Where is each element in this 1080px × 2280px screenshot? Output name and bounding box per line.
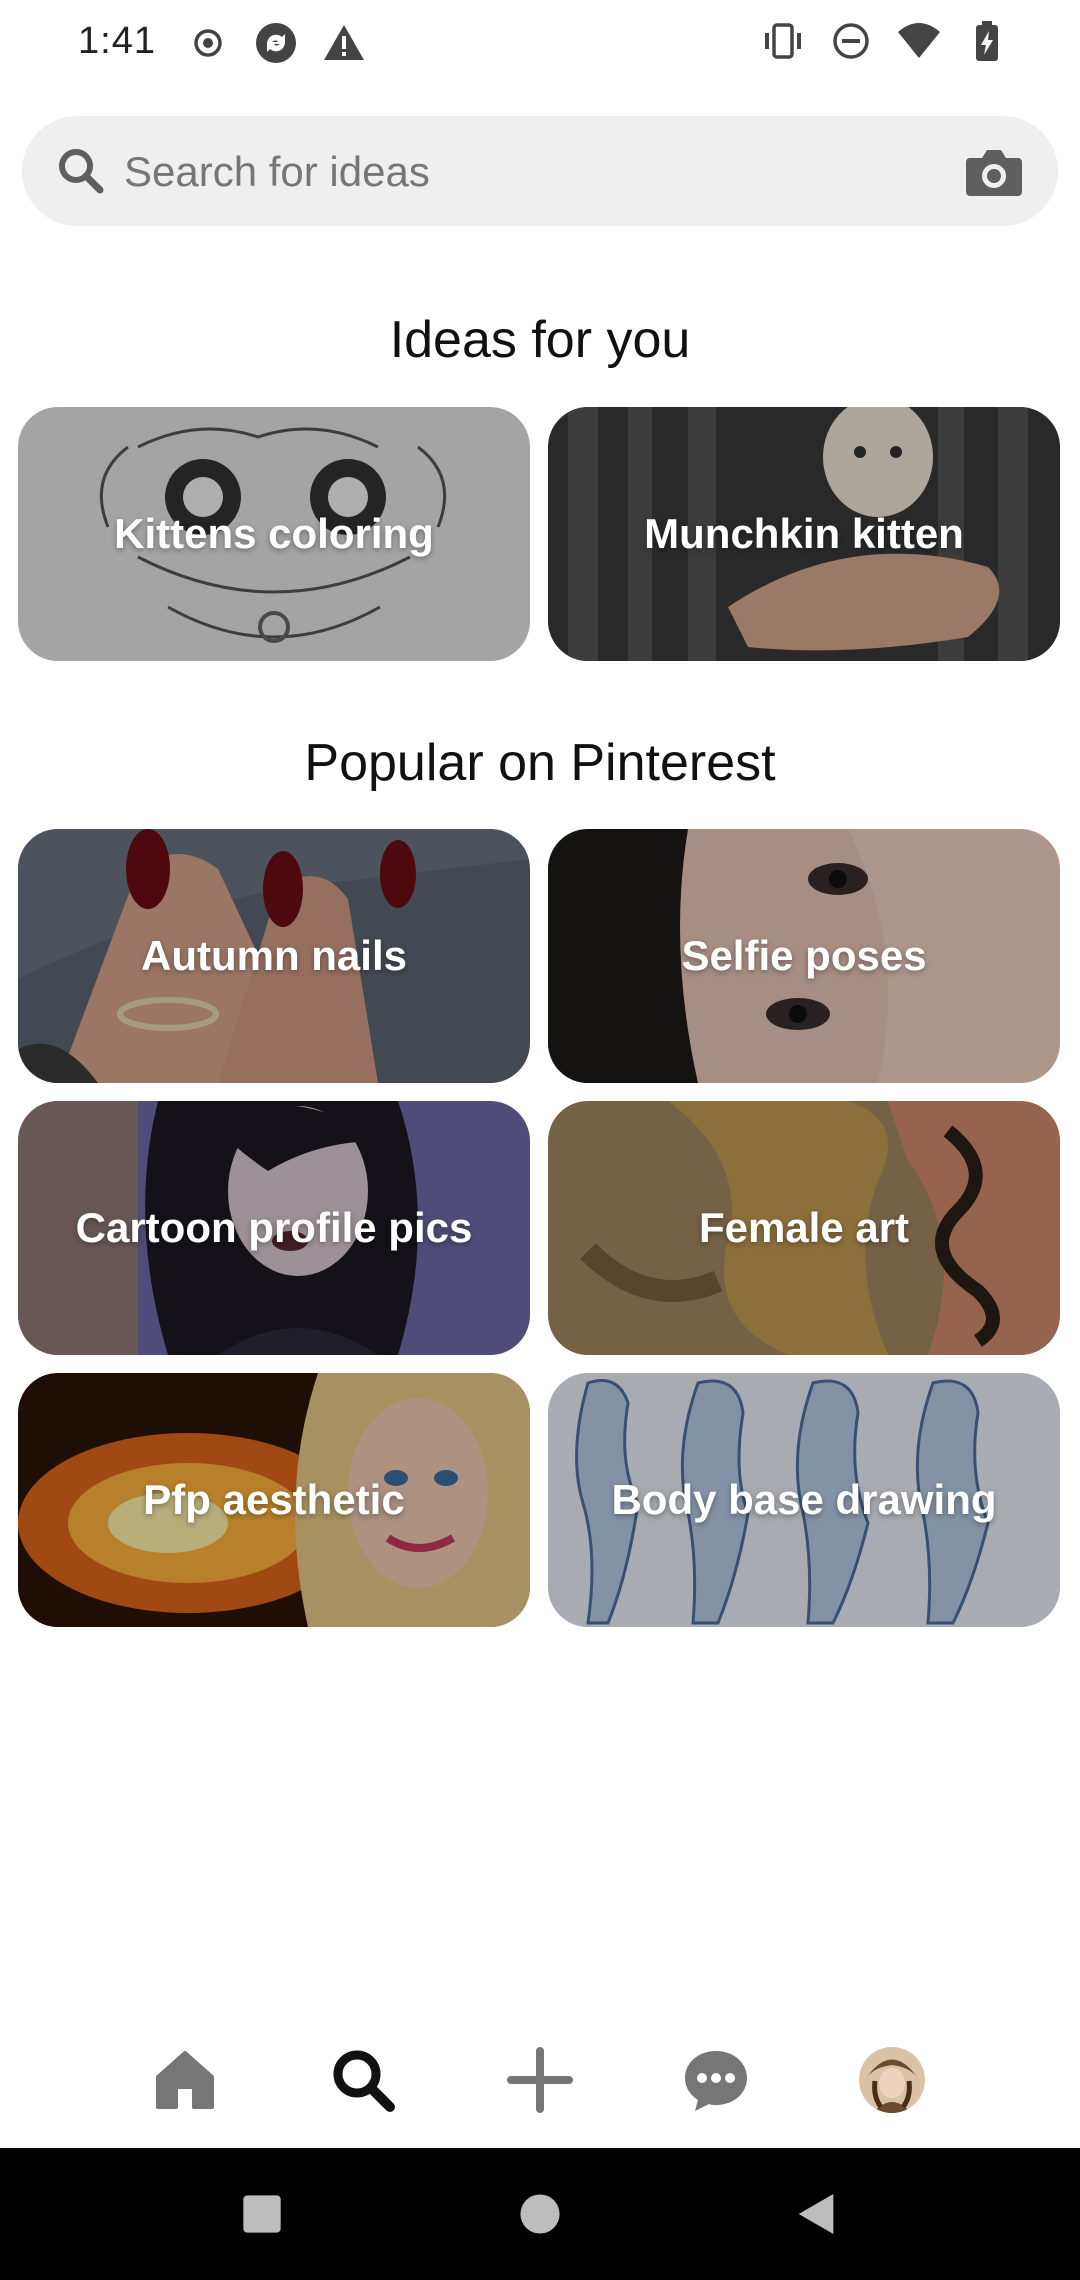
popular-card-female-art[interactable]: Female art [548, 1101, 1060, 1355]
card-label: Kittens coloring [114, 510, 434, 557]
messages-icon [685, 2051, 747, 2111]
profile-avatar [859, 2047, 925, 2113]
do-not-disturb-icon [833, 23, 869, 59]
battery-charging-icon [976, 21, 998, 61]
search-bar[interactable] [22, 116, 1058, 226]
record-icon [194, 29, 222, 57]
idea-card-munchkin-kitten[interactable]: Munchkin kitten [548, 407, 1060, 661]
bottom-nav [0, 2020, 1080, 2146]
wifi-icon [898, 23, 940, 58]
recents-icon [243, 2195, 281, 2233]
card-label: Selfie poses [681, 932, 927, 979]
card-label: Body base drawing [611, 1476, 997, 1523]
sync-app-icon [256, 23, 296, 63]
search-input[interactable] [122, 134, 966, 210]
recents-button[interactable] [226, 2178, 298, 2250]
idea-card-kittens-coloring[interactable]: Kittens coloring [18, 407, 530, 661]
home-icon [156, 2051, 214, 2109]
nav-messages-button[interactable] [676, 2040, 756, 2120]
card-label: Cartoon profile pics [75, 1204, 473, 1251]
popular-card-cartoon-profile-pics[interactable]: Cartoon profile pics [18, 1101, 530, 1355]
popular-card-selfie-poses[interactable]: Selfie poses [548, 829, 1060, 1083]
home-circle-icon [520, 2194, 560, 2234]
back-triangle-icon [798, 2194, 834, 2234]
home-button[interactable] [504, 2178, 576, 2250]
nav-search-button[interactable] [323, 2040, 403, 2120]
popular-card-body-base-drawing[interactable]: Body base drawing [548, 1373, 1060, 1627]
popular-card-pfp-aesthetic[interactable]: Pfp aesthetic [18, 1373, 530, 1627]
status-bar: 1:41 [0, 0, 1080, 88]
popular-card-autumn-nails[interactable]: Autumn nails [18, 829, 530, 1083]
nav-profile-button[interactable] [852, 2040, 932, 2120]
vibrate-icon [765, 23, 801, 59]
section-title-ideas: Ideas for you [389, 311, 691, 369]
card-label: Munchkin kitten [644, 510, 964, 557]
nav-create-button[interactable] [500, 2040, 580, 2120]
card-label: Pfp aesthetic [143, 1476, 405, 1523]
status-right-icons [760, 18, 1010, 64]
back-button[interactable] [780, 2178, 852, 2250]
system-nav-bar [0, 2148, 1080, 2280]
card-label: Autumn nails [140, 932, 407, 979]
create-plus-icon [507, 2047, 573, 2113]
search-icon [333, 2050, 395, 2112]
camera-icon[interactable] [964, 144, 1024, 200]
section-title-popular: Popular on Pinterest [304, 734, 776, 792]
status-time: 1:41 [78, 20, 156, 62]
card-label: Female art [698, 1204, 910, 1251]
nav-home-button[interactable] [145, 2040, 225, 2120]
explore-screen: 1:41 Search for ideas Ideas for you Kitt… [0, 0, 1080, 2280]
warning-icon [324, 25, 364, 60]
search-icon [59, 149, 104, 194]
status-left-icons [185, 20, 367, 66]
